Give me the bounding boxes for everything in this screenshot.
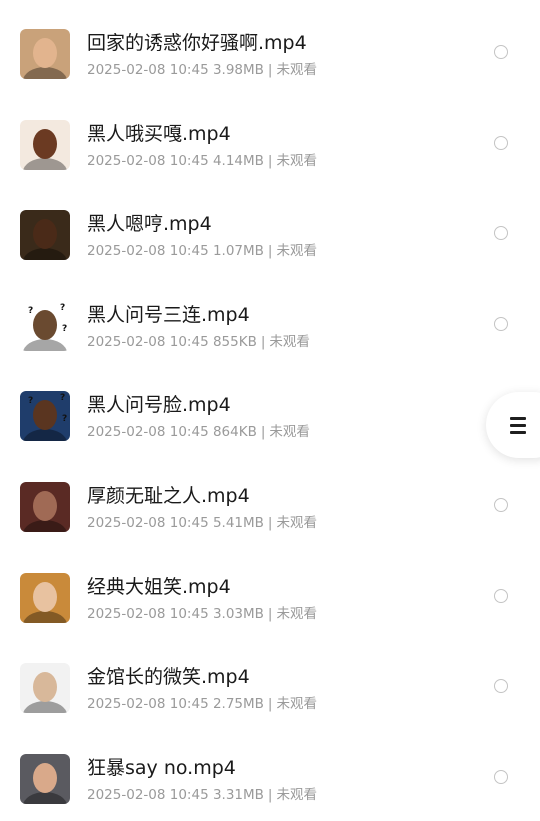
select-radio[interactable] [494, 498, 508, 512]
file-row[interactable]: ??? 黑人问号脸.mp4 2025-02-08 10:45 864KB | 未观看 [0, 362, 540, 452]
video-thumbnail [20, 29, 70, 79]
question-face-thumbnail-icon: ??? [20, 391, 70, 441]
file-size: 3.31MB [212, 787, 264, 803]
meta-separator: | [260, 334, 266, 350]
video-thumbnail [20, 663, 70, 713]
meta-separator: | [267, 696, 273, 712]
file-title: 黑人嗯哼.mp4 [87, 213, 212, 235]
file-date: 2025-02-08 10:45 [87, 424, 209, 440]
file-title: 经典大姐笑.mp4 [87, 576, 231, 598]
file-size: 3.03MB [212, 606, 264, 622]
file-meta: 2025-02-08 10:45 1.07MB | 未观看 [87, 239, 317, 259]
meta-separator: | [267, 515, 273, 531]
file-title: 狂暴say no.mp4 [87, 757, 236, 779]
file-size: 4.14MB [212, 153, 264, 169]
watch-status: 未观看 [276, 606, 317, 622]
file-date: 2025-02-08 10:45 [87, 515, 209, 531]
select-radio[interactable] [494, 226, 508, 240]
file-row[interactable]: 黑人嗯哼.mp4 2025-02-08 10:45 1.07MB | 未观看 [0, 181, 540, 271]
watch-status: 未观看 [276, 153, 317, 169]
file-date: 2025-02-08 10:45 [87, 787, 209, 803]
video-thumbnail [20, 482, 70, 532]
select-radio[interactable] [494, 45, 508, 59]
file-date: 2025-02-08 10:45 [87, 606, 209, 622]
select-radio[interactable] [494, 770, 508, 784]
meta-separator: | [267, 62, 273, 78]
file-meta: 2025-02-08 10:45 3.03MB | 未观看 [87, 602, 317, 622]
watch-status: 未观看 [269, 424, 310, 440]
watch-status: 未观看 [276, 62, 317, 78]
man-face-thumbnail-icon [20, 754, 70, 804]
meta-separator: | [267, 606, 273, 622]
video-thumbnail: ??? [20, 301, 70, 351]
file-date: 2025-02-08 10:45 [87, 62, 209, 78]
watch-status: 未观看 [276, 787, 317, 803]
video-thumbnail: ??? [20, 391, 70, 441]
woman-face-thumbnail-icon [20, 573, 70, 623]
svg-text:?: ? [60, 393, 65, 403]
file-size: 864KB [212, 424, 257, 440]
select-radio[interactable] [494, 136, 508, 150]
svg-text:?: ? [28, 396, 33, 406]
meta-separator: | [267, 243, 273, 259]
watch-status: 未观看 [276, 243, 317, 259]
file-size: 3.98MB [212, 62, 264, 78]
file-title: 回家的诱惑你好骚啊.mp4 [87, 32, 307, 54]
file-date: 2025-02-08 10:45 [87, 243, 209, 259]
file-meta: 2025-02-08 10:45 5.41MB | 未观看 [87, 511, 317, 531]
man-face-thumbnail-icon [20, 663, 70, 713]
file-row[interactable]: 回家的诱惑你好骚啊.mp4 2025-02-08 10:45 3.98MB | 未观看 [0, 0, 540, 90]
file-row[interactable]: 黑人哦买嘎.mp4 2025-02-08 10:45 4.14MB | 未观看 [0, 91, 540, 181]
watch-status: 未观看 [269, 334, 310, 350]
svg-text:?: ? [62, 414, 67, 424]
video-thumbnail [20, 210, 70, 260]
file-row[interactable]: 狂暴say no.mp4 2025-02-08 10:45 3.31MB | 未观看 [0, 725, 540, 815]
file-date: 2025-02-08 10:45 [87, 696, 209, 712]
file-title: 金馆长的微笑.mp4 [87, 666, 250, 688]
file-meta: 2025-02-08 10:45 2.75MB | 未观看 [87, 692, 317, 712]
video-thumbnail [20, 754, 70, 804]
file-meta: 2025-02-08 10:45 4.14MB | 未观看 [87, 149, 317, 169]
man-face-thumbnail-icon [20, 120, 70, 170]
file-size: 2.75MB [212, 696, 264, 712]
file-title: 厚颜无耻之人.mp4 [87, 485, 250, 507]
file-meta: 2025-02-08 10:45 864KB | 未观看 [87, 420, 310, 440]
svg-text:?: ? [28, 306, 33, 316]
video-thumbnail [20, 573, 70, 623]
file-date: 2025-02-08 10:45 [87, 153, 209, 169]
file-date: 2025-02-08 10:45 [87, 334, 209, 350]
select-radio[interactable] [494, 679, 508, 693]
file-row[interactable]: ??? 黑人问号三连.mp4 2025-02-08 10:45 855KB | 未观看 [0, 272, 540, 362]
file-meta: 2025-02-08 10:45 855KB | 未观看 [87, 330, 310, 350]
file-size: 855KB [212, 334, 257, 350]
file-row[interactable]: 金馆长的微笑.mp4 2025-02-08 10:45 2.75MB | 未观看 [0, 634, 540, 724]
meta-separator: | [260, 424, 266, 440]
file-size: 1.07MB [212, 243, 264, 259]
file-title: 黑人问号三连.mp4 [87, 304, 250, 326]
meta-separator: | [267, 787, 273, 803]
man-face-thumbnail-icon [20, 482, 70, 532]
file-meta: 2025-02-08 10:45 3.31MB | 未观看 [87, 783, 317, 803]
file-row[interactable]: 经典大姐笑.mp4 2025-02-08 10:45 3.03MB | 未观看 [0, 544, 540, 634]
meta-separator: | [267, 153, 273, 169]
question-face-thumbnail-icon: ??? [20, 301, 70, 351]
file-title: 黑人问号脸.mp4 [87, 394, 231, 416]
select-radio[interactable] [494, 589, 508, 603]
man-face-thumbnail-icon [20, 29, 70, 79]
watch-status: 未观看 [276, 515, 317, 531]
video-thumbnail [20, 120, 70, 170]
file-title: 黑人哦买嘎.mp4 [87, 123, 231, 145]
svg-text:?: ? [62, 324, 67, 334]
man-face-thumbnail-icon [20, 210, 70, 260]
file-row[interactable]: 厚颜无耻之人.mp4 2025-02-08 10:45 5.41MB | 未观看 [0, 453, 540, 543]
svg-text:?: ? [60, 303, 65, 313]
file-size: 5.41MB [212, 515, 264, 531]
select-radio[interactable] [494, 317, 508, 331]
watch-status: 未观看 [276, 696, 317, 712]
file-meta: 2025-02-08 10:45 3.98MB | 未观看 [87, 58, 317, 78]
